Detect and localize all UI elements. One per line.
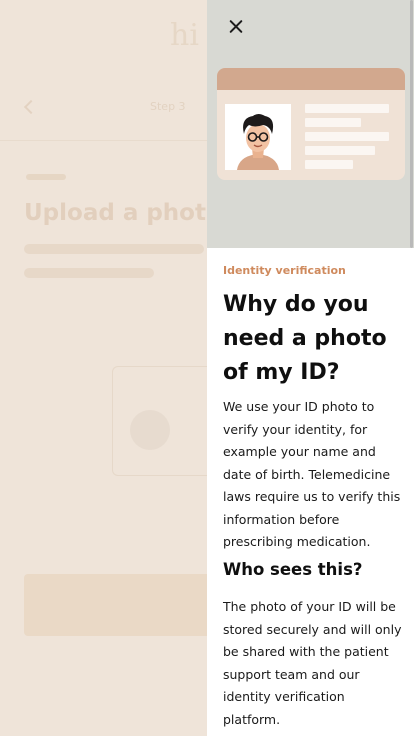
background-title: Upload a photo	[24, 200, 222, 226]
background-subtitle-line	[24, 268, 154, 278]
person-icon	[237, 114, 279, 170]
close-icon[interactable]	[225, 16, 247, 38]
back-chevron-icon	[23, 99, 39, 115]
background-label	[26, 174, 66, 180]
id-card-line	[305, 160, 353, 169]
id-card-illustration	[217, 68, 405, 180]
section-heading: Who sees this?	[223, 560, 363, 579]
drawer-hero	[207, 0, 414, 248]
drawer-title: Why do you need a photo of my ID?	[223, 292, 387, 385]
id-card-line	[305, 104, 389, 113]
avatar	[225, 104, 291, 170]
explanation-paragraph: We use your ID photo to verify your iden…	[223, 399, 401, 549]
id-card-line	[305, 146, 375, 155]
eyebrow-label: Identity verification	[223, 264, 346, 277]
id-card-line	[305, 118, 361, 127]
background-subtitle-line	[24, 244, 204, 254]
id-card-line	[305, 132, 389, 141]
brand-logo: hi	[170, 18, 199, 53]
id-card-band	[217, 68, 405, 90]
privacy-paragraph: The photo of your ID will be stored secu…	[223, 599, 402, 727]
upload-placeholder-icon	[130, 410, 170, 450]
step-indicator: Step 3	[150, 100, 186, 113]
scrollbar[interactable]	[410, 0, 413, 248]
background-upload-button	[24, 574, 208, 636]
info-drawer: Identity verification Why do you need a …	[207, 0, 414, 736]
